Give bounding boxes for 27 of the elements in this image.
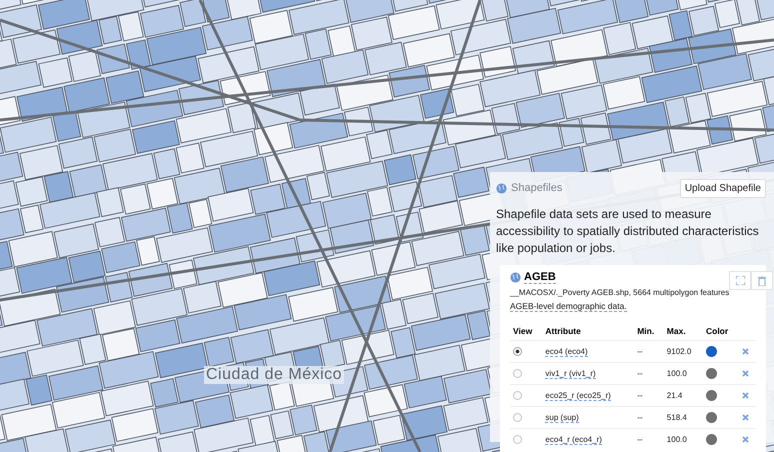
table-cell: -- [634, 406, 664, 428]
table-cell: 100.0 [664, 428, 703, 450]
attribute-name[interactable]: viv1_r (viv1_r) [545, 369, 596, 379]
city-label: Ciudad de México [204, 366, 344, 384]
column-header: Attribute [542, 322, 634, 340]
table-cell: 21.4 [664, 384, 703, 406]
shapefile-name: AGEB [524, 271, 556, 284]
table-cell: -- [634, 362, 664, 384]
table-cell: -- [634, 340, 664, 362]
panel-description: Shapefile data sets are used to measure accessibility to spatially distributed characteristics like population or jobs. [496, 206, 760, 257]
file-info: __MACOSX/._Poverty AGEB.shp, 5664 multipolygon features [510, 288, 730, 297]
table-cell: 9102.0 [664, 340, 703, 362]
shapefile-summary: AGEB-level demographic data. [510, 301, 627, 312]
attribute-name[interactable]: eco4_r (eco4_r) [545, 435, 602, 446]
table-cell: 518.4 [664, 406, 703, 428]
table-cell: 100.0 [664, 362, 703, 384]
attribute-name[interactable]: sup (sup) [545, 413, 579, 423]
column-header: View [510, 322, 542, 340]
attribute-name[interactable]: eco25_r (eco25_r) [545, 391, 611, 401]
upload-shapefile-button[interactable]: Upload Shapefile [680, 178, 766, 198]
column-header: Min. [634, 322, 664, 340]
column-header: Max. [664, 322, 703, 340]
panel-title: Shapefiles [511, 182, 564, 194]
attribute-name[interactable]: eco4 (eco4) [545, 347, 588, 357]
table-cell: -- [634, 384, 664, 406]
table-cell: -- [634, 428, 664, 450]
column-header: Color [702, 322, 740, 340]
